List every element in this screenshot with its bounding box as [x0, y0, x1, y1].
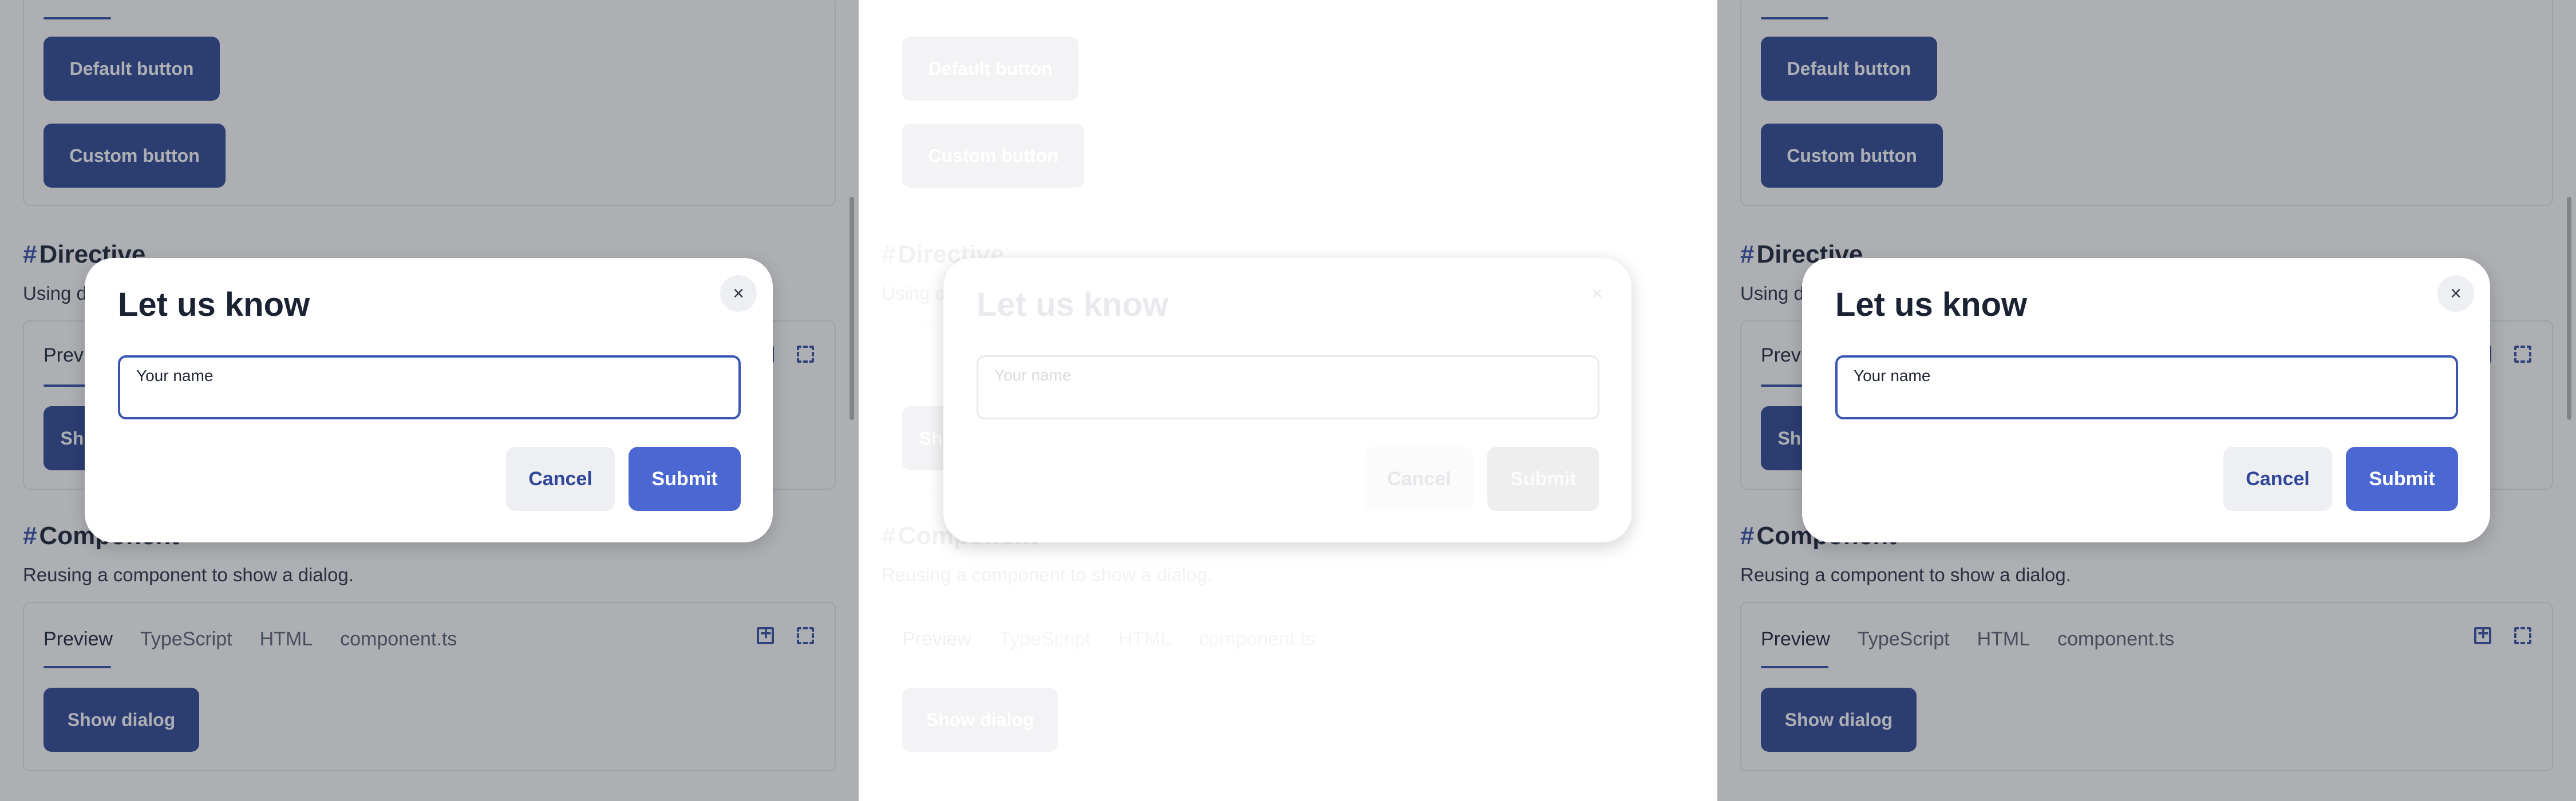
panel-middle: Default button Custom button #Directive … [859, 0, 1717, 801]
name-field-label: Your name [1854, 367, 1931, 384]
name-input[interactable] [993, 388, 1585, 412]
dialog-title: Let us know [1835, 286, 2028, 323]
dialog: Let us know × Your name Cancel Submit [943, 258, 1631, 542]
close-icon[interactable]: × [2437, 275, 2474, 312]
dialog-title: Let us know [977, 286, 1169, 323]
scrollbar[interactable] [850, 197, 854, 420]
cancel-button[interactable]: Cancel [506, 447, 615, 511]
name-field-label: Your name [994, 366, 1072, 384]
close-icon[interactable]: × [720, 275, 757, 312]
name-field-label: Your name [136, 367, 214, 384]
scrollbar[interactable] [2567, 197, 2571, 420]
cancel-button[interactable]: Cancel [2223, 447, 2332, 511]
dialog: Let us know × Your name Cancel Submit [85, 258, 773, 542]
close-icon[interactable]: × [1579, 275, 1615, 312]
submit-button[interactable]: Submit [629, 447, 741, 511]
name-field[interactable]: Your name [977, 355, 1599, 419]
submit-button[interactable]: Submit [1487, 447, 1599, 511]
submit-button[interactable]: Submit [2346, 447, 2458, 511]
panel-left: Default button Custom button #Directive … [0, 0, 859, 801]
dialog: Let us know × Your name Cancel Submit [1802, 258, 2490, 542]
cancel-button[interactable]: Cancel [1365, 447, 1473, 511]
panel-right: Default button Custom button #Directive … [1717, 0, 2576, 801]
name-field[interactable]: Your name [118, 355, 741, 419]
name-field[interactable]: Your name [1835, 355, 2458, 419]
name-input[interactable] [135, 388, 727, 413]
dialog-title: Let us know [118, 286, 310, 323]
name-input[interactable] [1852, 388, 2444, 413]
